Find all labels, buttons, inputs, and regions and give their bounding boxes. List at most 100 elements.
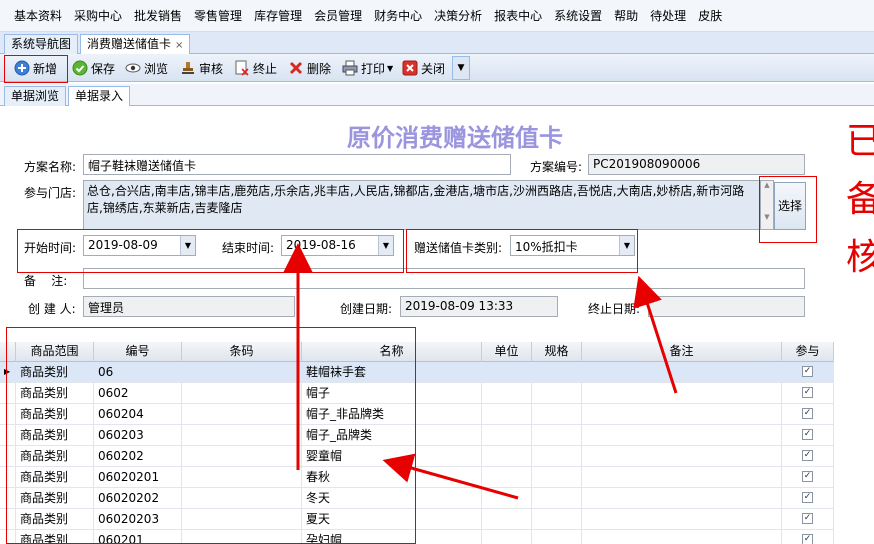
cell-name[interactable]: 鞋帽袜手套 bbox=[302, 362, 482, 383]
table-row[interactable]: 商品类别 060201 孕妇帽 ✓ bbox=[0, 530, 834, 544]
cell-note[interactable] bbox=[582, 425, 782, 446]
cell-barcode[interactable] bbox=[182, 425, 302, 446]
cell-barcode[interactable] bbox=[182, 530, 302, 544]
tab-consume-gift-card[interactable]: 消费赠送储值卡 × bbox=[80, 34, 191, 55]
cell-spec[interactable] bbox=[532, 425, 582, 446]
cell-name[interactable]: 冬天 bbox=[302, 488, 482, 509]
stop-button[interactable]: 终止 bbox=[234, 57, 277, 79]
cell-barcode[interactable] bbox=[182, 404, 302, 425]
column-header-join[interactable]: 参与 bbox=[782, 342, 834, 362]
column-header-spec[interactable]: 规格 bbox=[532, 342, 582, 362]
scroll-up-icon[interactable]: ▲ bbox=[761, 181, 773, 189]
join-checkbox[interactable]: ✓ bbox=[802, 471, 813, 482]
cell-note[interactable] bbox=[582, 488, 782, 509]
cell-join[interactable]: ✓ bbox=[782, 509, 834, 530]
cell-join[interactable]: ✓ bbox=[782, 530, 834, 544]
cell-code[interactable]: 060202 bbox=[94, 446, 182, 467]
cell-code[interactable]: 0602 bbox=[94, 383, 182, 404]
join-checkbox[interactable]: ✓ bbox=[802, 492, 813, 503]
cell-unit[interactable] bbox=[482, 530, 532, 544]
cell-unit[interactable] bbox=[482, 362, 532, 383]
remark-input[interactable] bbox=[83, 268, 805, 289]
delete-button[interactable]: 删除 bbox=[288, 57, 331, 79]
select-stores-button[interactable]: 选择 bbox=[774, 182, 806, 230]
cell-unit[interactable] bbox=[482, 446, 532, 467]
save-button[interactable]: 保存 bbox=[72, 57, 115, 79]
table-row[interactable]: 商品类别 06020202 冬天 ✓ bbox=[0, 488, 834, 509]
cell-spec[interactable] bbox=[532, 467, 582, 488]
cell-name[interactable]: 孕妇帽 bbox=[302, 530, 482, 544]
column-header-code[interactable]: 编号 bbox=[94, 342, 182, 362]
table-row[interactable]: 商品类别 060204 帽子_非品牌类 ✓ bbox=[0, 404, 834, 425]
menu-item-7[interactable]: 决策分析 bbox=[428, 7, 488, 24]
join-checkbox[interactable]: ✓ bbox=[802, 387, 813, 398]
table-row[interactable]: ▶ 商品类别 06 鞋帽袜手套 ✓ bbox=[0, 362, 834, 383]
cell-join[interactable]: ✓ bbox=[782, 362, 834, 383]
new-button[interactable]: 新增 bbox=[14, 57, 57, 79]
join-checkbox[interactable]: ✓ bbox=[802, 408, 813, 419]
cell-spec[interactable] bbox=[532, 383, 582, 404]
cell-scope[interactable]: 商品类别 bbox=[16, 362, 94, 383]
tab-bill-entry[interactable]: 单据录入 bbox=[68, 86, 131, 107]
join-checkbox[interactable]: ✓ bbox=[802, 366, 813, 377]
cell-note[interactable] bbox=[582, 530, 782, 544]
cell-code[interactable]: 06 bbox=[94, 362, 182, 383]
menu-item-4[interactable]: 库存管理 bbox=[248, 7, 308, 24]
join-checkbox[interactable]: ✓ bbox=[802, 429, 813, 440]
cell-note[interactable] bbox=[582, 362, 782, 383]
table-row[interactable]: 商品类别 06020203 夏天 ✓ bbox=[0, 509, 834, 530]
plan-name-input[interactable]: 帽子鞋袜赠送储值卡 bbox=[83, 154, 511, 175]
cell-code[interactable]: 060201 bbox=[94, 530, 182, 544]
cell-join[interactable]: ✓ bbox=[782, 467, 834, 488]
cell-name[interactable]: 帽子 bbox=[302, 383, 482, 404]
cell-spec[interactable] bbox=[532, 530, 582, 544]
menu-item-6[interactable]: 财务中心 bbox=[368, 7, 428, 24]
cell-spec[interactable] bbox=[532, 404, 582, 425]
column-header-scope[interactable]: 商品范围 bbox=[16, 342, 94, 362]
cell-note[interactable] bbox=[582, 446, 782, 467]
cell-join[interactable]: ✓ bbox=[782, 383, 834, 404]
cell-unit[interactable] bbox=[482, 509, 532, 530]
menu-item-2[interactable]: 批发销售 bbox=[128, 7, 188, 24]
cell-code[interactable]: 060204 bbox=[94, 404, 182, 425]
cell-note[interactable] bbox=[582, 404, 782, 425]
join-checkbox[interactable]: ✓ bbox=[802, 450, 813, 461]
chevron-down-icon[interactable]: ▼ bbox=[378, 236, 393, 255]
stores-memo[interactable]: 总仓,合兴店,南丰店,锦丰店,鹿苑店,乐余店,兆丰店,人民店,锦都店,金港店,塘… bbox=[83, 180, 760, 230]
menu-item-9[interactable]: 系统设置 bbox=[548, 7, 608, 24]
cell-code[interactable]: 060203 bbox=[94, 425, 182, 446]
close-button[interactable]: 关闭 bbox=[402, 57, 445, 79]
menu-item-11[interactable]: 待处理 bbox=[644, 7, 692, 24]
cell-note[interactable] bbox=[582, 383, 782, 404]
cell-barcode[interactable] bbox=[182, 509, 302, 530]
cell-barcode[interactable] bbox=[182, 488, 302, 509]
cell-scope[interactable]: 商品类别 bbox=[16, 530, 94, 544]
cell-scope[interactable]: 商品类别 bbox=[16, 467, 94, 488]
cell-name[interactable]: 春秋 bbox=[302, 467, 482, 488]
audit-button[interactable]: 审核 bbox=[180, 57, 223, 79]
column-header-name[interactable]: 名称 bbox=[302, 342, 482, 362]
cell-join[interactable]: ✓ bbox=[782, 488, 834, 509]
column-header-unit[interactable]: 单位 bbox=[482, 342, 532, 362]
cell-name[interactable]: 帽子_品牌类 bbox=[302, 425, 482, 446]
menu-item-8[interactable]: 报表中心 bbox=[488, 7, 548, 24]
cell-name[interactable]: 帽子_非品牌类 bbox=[302, 404, 482, 425]
print-button[interactable]: 打印 ▼ bbox=[342, 57, 393, 79]
cell-code[interactable]: 06020201 bbox=[94, 467, 182, 488]
cell-scope[interactable]: 商品类别 bbox=[16, 383, 94, 404]
menu-item-1[interactable]: 采购中心 bbox=[68, 7, 128, 24]
tab-system-nav[interactable]: 系统导航图 bbox=[4, 34, 79, 54]
column-header-barcode[interactable]: 条码 bbox=[182, 342, 302, 362]
toolbar-overflow-button[interactable]: ▼ bbox=[452, 56, 470, 80]
stores-scrollbar[interactable]: ▲ ▼ bbox=[760, 180, 774, 230]
cell-scope[interactable]: 商品类别 bbox=[16, 488, 94, 509]
browse-button[interactable]: 浏览 bbox=[125, 57, 168, 79]
cell-barcode[interactable] bbox=[182, 467, 302, 488]
cell-unit[interactable] bbox=[482, 488, 532, 509]
cell-unit[interactable] bbox=[482, 425, 532, 446]
scroll-down-icon[interactable]: ▼ bbox=[761, 213, 773, 221]
start-date-picker[interactable]: 2019-08-09 ▼ bbox=[83, 235, 196, 256]
menu-item-3[interactable]: 零售管理 bbox=[188, 7, 248, 24]
cell-scope[interactable]: 商品类别 bbox=[16, 425, 94, 446]
card-type-select[interactable]: 10%抵扣卡 ▼ bbox=[510, 235, 635, 256]
